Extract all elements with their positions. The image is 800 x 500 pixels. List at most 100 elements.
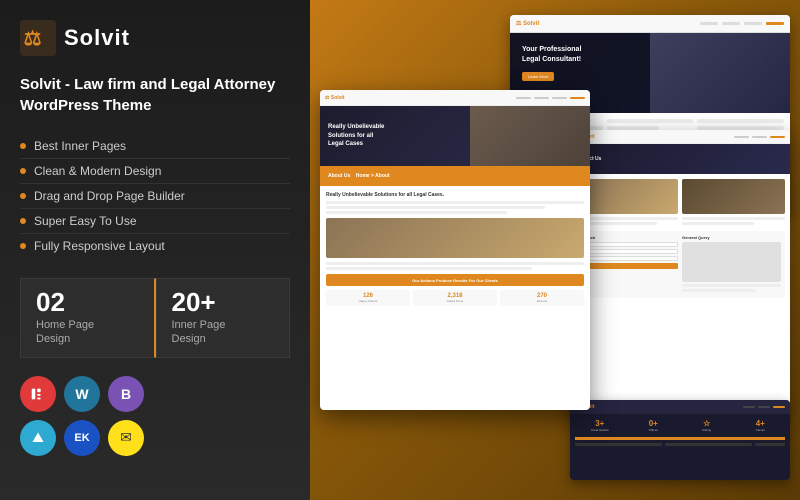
- sm-about-label: About Us Home > About: [328, 173, 390, 179]
- sm-hero-content: Really UnbelievableSolutions for allLega…: [320, 115, 392, 156]
- stat-label: Home PageDesign: [36, 318, 139, 347]
- sc-hero-text: Your ProfessionalLegal Consultant! Learn…: [522, 45, 581, 83]
- sm-text-line: [326, 201, 584, 204]
- sm-hero: Really UnbelievableSolutions for allLega…: [320, 106, 590, 166]
- stat-number: 02: [36, 289, 139, 315]
- sb-stat-label: Rating: [682, 428, 732, 432]
- list-item: Drag and Drop Page Builder: [20, 184, 290, 209]
- sr-contact-title: In Touch: [579, 235, 678, 240]
- sr-nav-item: [770, 136, 785, 138]
- sc-bar: [697, 119, 784, 123]
- feature-label: Drag and Drop Page Builder: [34, 189, 185, 203]
- sb-stat: ☆ Rating: [682, 419, 732, 432]
- sr-row: [575, 179, 785, 227]
- technology-icons: W B ⛰ EK ✉: [20, 376, 290, 456]
- sb-stat-number: 4+: [736, 419, 786, 428]
- right-panel: ⚖ Solvit Your ProfessionalLegal Consulta…: [310, 0, 800, 500]
- sr-col: [575, 179, 678, 227]
- sb-footer-item: [755, 443, 785, 446]
- sb-nav-item: [758, 406, 770, 408]
- sr-submit-btn: [579, 263, 678, 269]
- stat-number: 20+: [172, 289, 275, 315]
- sm-stat-label: Happy Clients: [329, 299, 407, 303]
- logo-icon: ⚖: [20, 20, 56, 56]
- sm-nav-item: [516, 97, 531, 99]
- stats-row: 02 Home PageDesign 20+ Inner PageDesign: [20, 278, 290, 358]
- sm-about-bar: About Us Home > About: [320, 166, 590, 186]
- sr-contact-col: In Touch: [579, 235, 678, 294]
- sr-text-line: [682, 217, 785, 220]
- sm-nav-item: [534, 97, 549, 99]
- mailchimp-icon: ✉: [108, 420, 144, 456]
- sr-body: In Touch General Query: [570, 174, 790, 303]
- screenshot-bottom: ⚖ Solvit 3+ Great Awards 0+ Offices: [570, 400, 790, 480]
- sr-text-line: [682, 222, 754, 225]
- stat-innerpage: 20+ Inner PageDesign: [156, 278, 291, 358]
- sm-image: [326, 218, 584, 258]
- features-list: Best Inner Pages Clean & Modern Design D…: [20, 134, 290, 258]
- screenshot-contact: ⚖ Solvit Contact Us: [570, 130, 790, 410]
- sc-bar: [607, 119, 694, 123]
- sr-contact-title: General Query: [682, 235, 781, 240]
- list-item: Super Easy To Use: [20, 209, 290, 234]
- nav-item: [766, 22, 784, 25]
- screenshots-container: ⚖ Solvit Your ProfessionalLegal Consulta…: [320, 10, 790, 490]
- sr-map: [682, 242, 781, 282]
- icons-line-2: ⛰ EK ✉: [20, 420, 290, 456]
- nav-item: [722, 22, 740, 25]
- sm-nav: [516, 97, 585, 99]
- sc-logo: ⚖ Solvit: [516, 20, 539, 27]
- sb-footer-row: [570, 440, 790, 449]
- list-item: Fully Responsive Layout: [20, 234, 290, 258]
- sr-image: [575, 179, 678, 214]
- sr-text-line: [575, 217, 678, 220]
- sr-nav-item: [734, 136, 749, 138]
- sm-text-line: [326, 267, 532, 270]
- sb-stat: 3+ Great Awards: [575, 419, 625, 432]
- sc-hero-btn: Learn More: [522, 72, 554, 81]
- sb-stat: 4+ Clients: [736, 419, 786, 432]
- sr-header: ⚖ Solvit: [570, 130, 790, 144]
- elementor-icon: [20, 376, 56, 412]
- sm-nav-item: [552, 97, 567, 99]
- ek-icon: EK: [64, 420, 100, 456]
- sm-text-line: [326, 206, 545, 209]
- sm-header: ⚖ Solvit: [320, 90, 590, 106]
- sr-input: [579, 242, 678, 247]
- sb-stats-row: 3+ Great Awards 0+ Offices ☆ Rating 4+ C…: [570, 414, 790, 437]
- stat-homepage: 02 Home PageDesign: [20, 278, 156, 358]
- sb-stat-label: Offices: [629, 428, 679, 432]
- sm-hero-title: Really UnbelievableSolutions for allLega…: [328, 123, 384, 148]
- stat-label: Inner PageDesign: [172, 318, 275, 347]
- bullet-dot: [20, 243, 26, 249]
- sr-image: [682, 179, 785, 214]
- bullet-dot: [20, 218, 26, 224]
- sc-nav: [700, 22, 784, 25]
- main-container: ⚖ Solvit Solvit - Law firm and Legal Att…: [0, 0, 800, 500]
- sm-stat-label: Cases Done: [416, 299, 494, 303]
- wordpress-icon: W: [64, 376, 100, 412]
- sr-text-line: [682, 284, 781, 287]
- sb-footer-item: [575, 443, 662, 446]
- sm-stat: 270 Experts: [500, 290, 584, 306]
- bootstrap-icon: B: [108, 376, 144, 412]
- feature-label: Best Inner Pages: [34, 139, 126, 153]
- left-panel: ⚖ Solvit Solvit - Law firm and Legal Att…: [0, 0, 310, 500]
- list-item: Best Inner Pages: [20, 134, 290, 159]
- sb-stat-number: 3+: [575, 419, 625, 428]
- list-item: Clean & Modern Design: [20, 159, 290, 184]
- logo-area: ⚖ Solvit: [20, 20, 290, 56]
- feature-label: Clean & Modern Design: [34, 164, 161, 178]
- sm-stats: 126 Happy Clients 2,318 Cases Done 270 E…: [326, 290, 584, 306]
- sr-contact-section: In Touch General Query: [575, 231, 785, 298]
- sm-section-title: Really Unbelievable Solutions for all Le…: [326, 192, 584, 198]
- sm-nav-item: [570, 97, 585, 99]
- sr-input: [579, 249, 678, 254]
- bullet-dot: [20, 193, 26, 199]
- sb-stat: 0+ Offices: [629, 419, 679, 432]
- wpdiscuz-icon: ⛰: [20, 420, 56, 456]
- sc-hero-title: Your ProfessionalLegal Consultant!: [522, 45, 581, 65]
- screenshot-about: ⚖ Solvit Really UnbelievableSolutions fo…: [320, 90, 590, 410]
- sb-header: ⚖ Solvit: [570, 400, 790, 414]
- sm-text-line: [326, 211, 507, 214]
